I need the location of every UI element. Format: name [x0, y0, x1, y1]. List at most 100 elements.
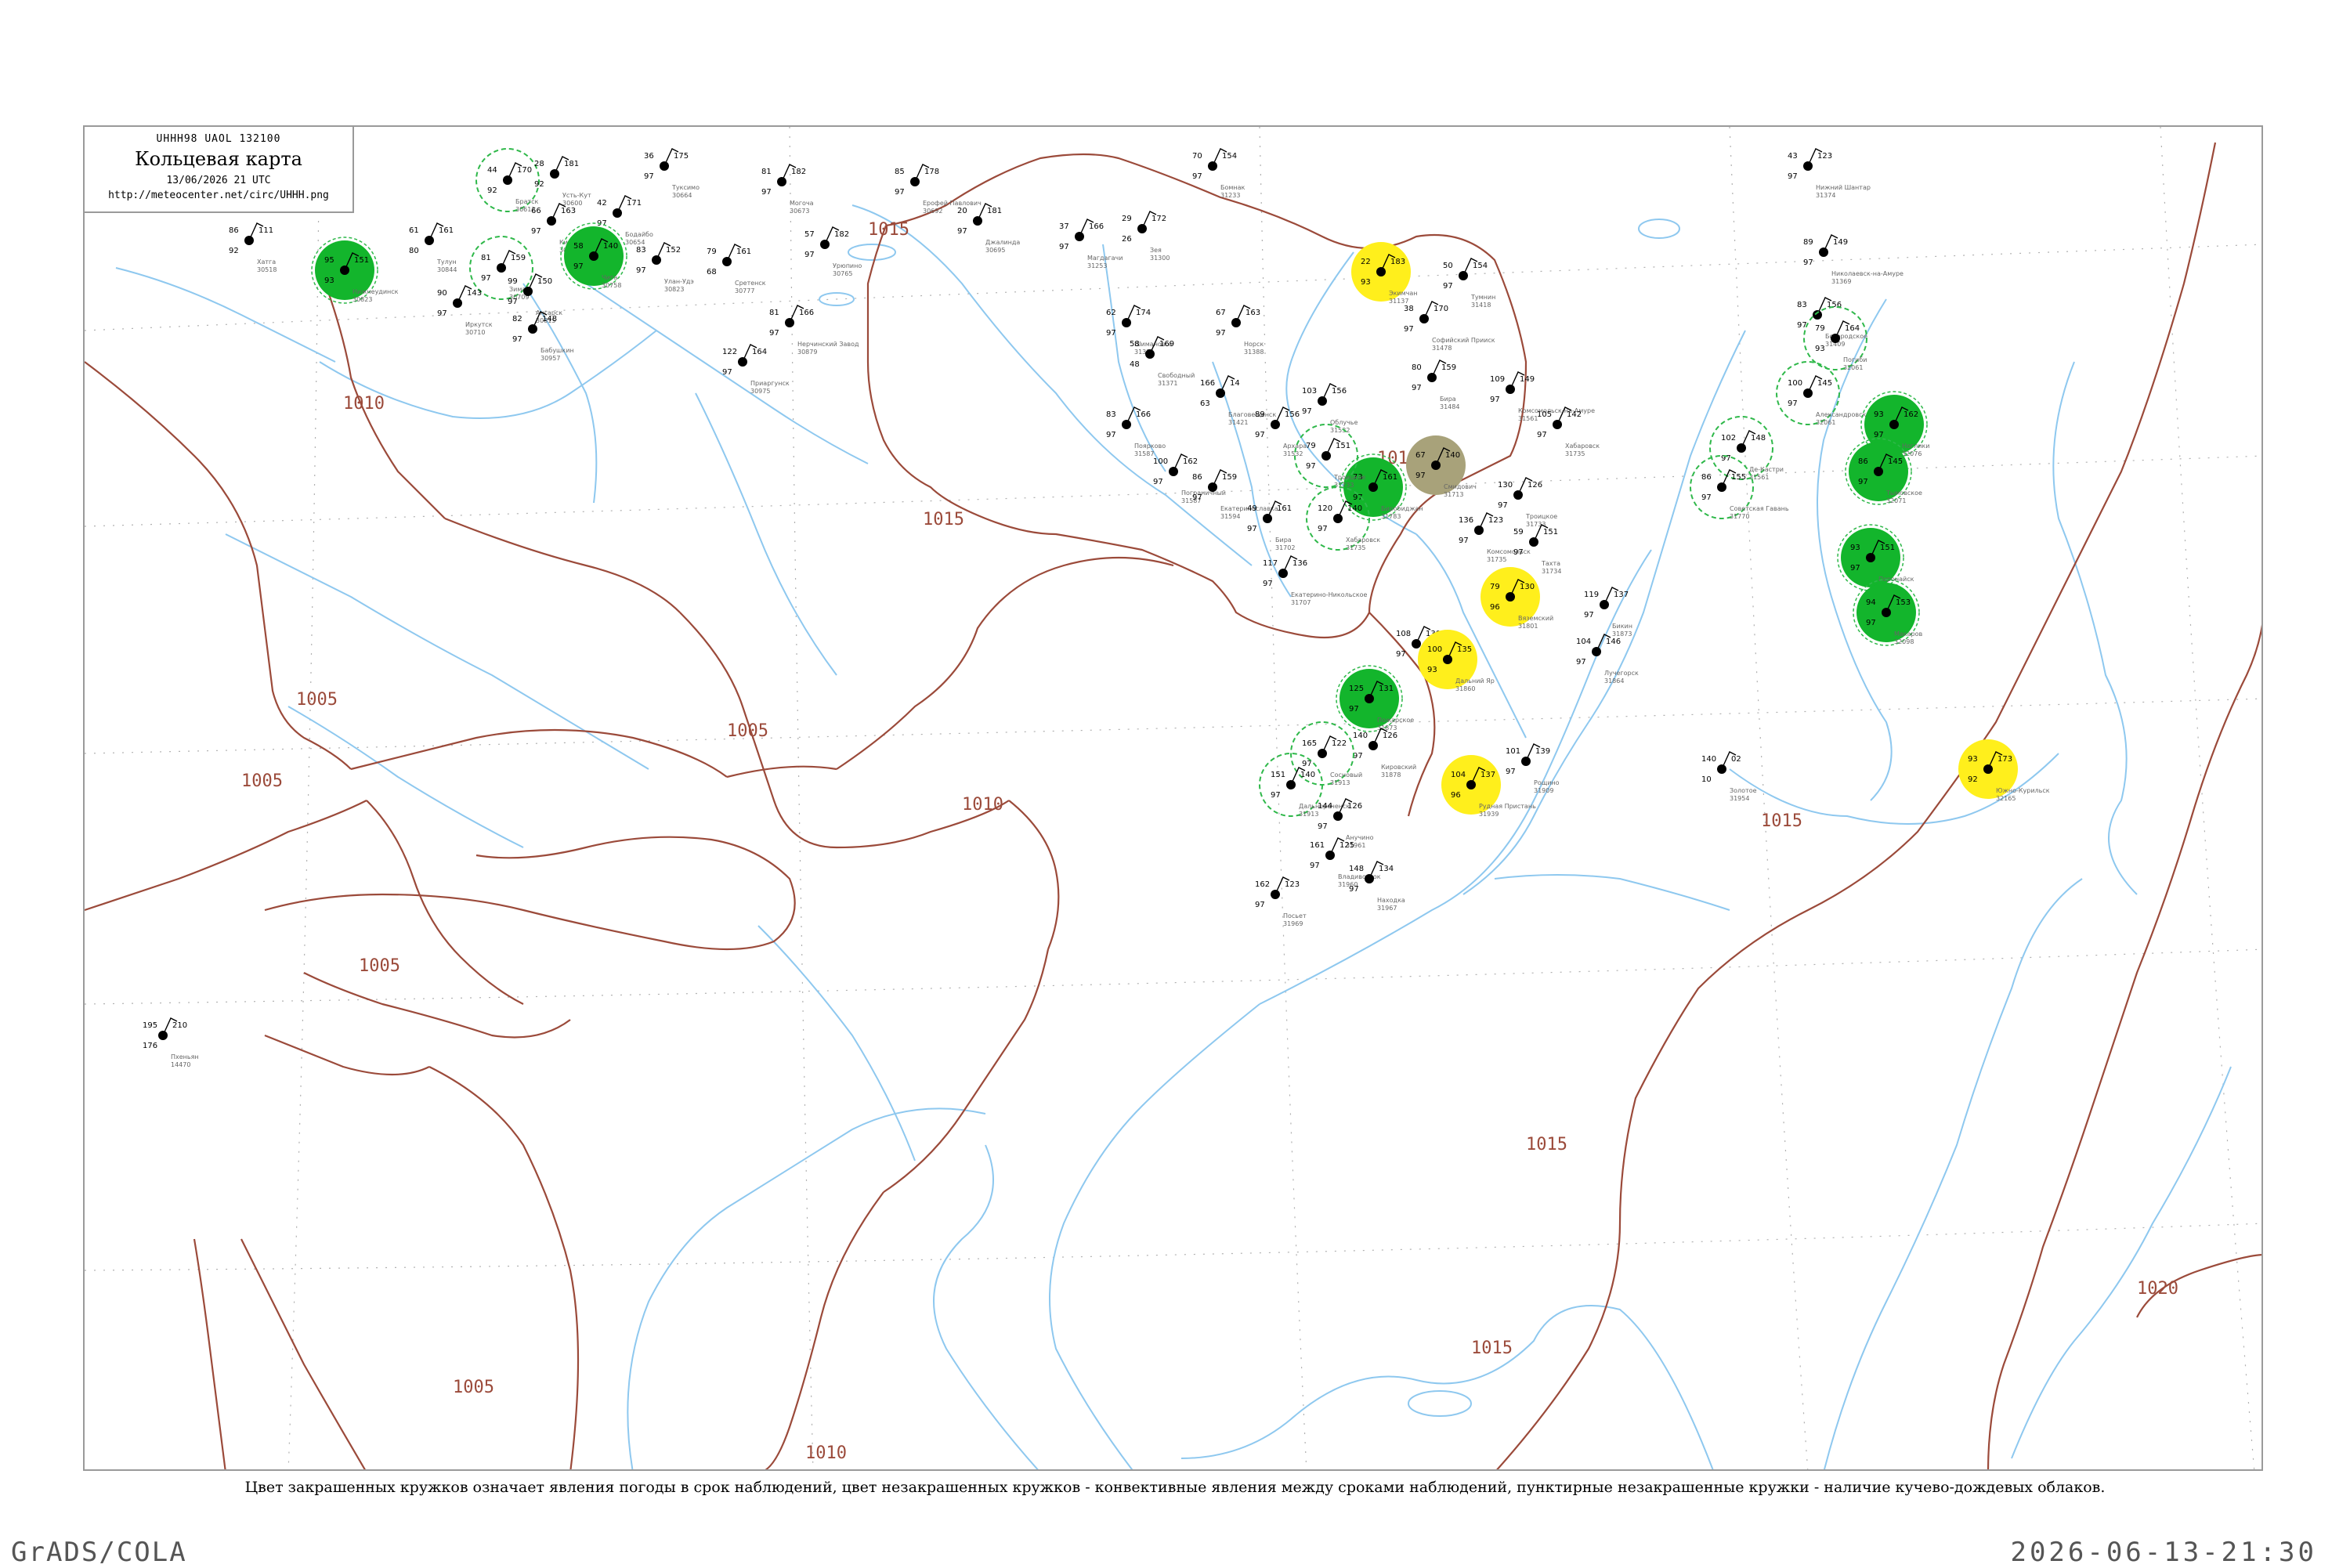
station-dewpoint: 97 [1788, 172, 1798, 181]
station-temperature: 83 [1106, 410, 1116, 419]
station-id: 31702 [1275, 544, 1295, 551]
station-name: Вяземский [1518, 615, 1553, 622]
station-plot: 81 182 97 Могоча30673 [761, 164, 814, 215]
station-plot: 95 151 93 Нижнеудинск30823 [311, 237, 399, 304]
station-id: 31374 [1816, 192, 1835, 199]
station-name: Николаевск-на-Амуре [1831, 270, 1904, 277]
station-temperature: 136 [1459, 516, 1473, 525]
station-dewpoint: 97 [1866, 619, 1876, 627]
station-name: Лучегорск [1604, 670, 1639, 677]
station-id: 31532 [1330, 427, 1350, 434]
isobar-label: 1005 [727, 721, 768, 741]
station-temperature: 22 [1361, 258, 1371, 266]
station-pressure: 182 [834, 230, 849, 239]
isobar-label: 1015 [868, 220, 909, 240]
graticule [85, 127, 2261, 1469]
station-pressure: 139 [1535, 747, 1550, 756]
station-name: Ерофей Павлович [923, 200, 982, 207]
station-temperature: 36 [644, 152, 654, 161]
isobar-label: 1015 [1471, 1339, 1513, 1358]
station-dewpoint: 97 [1106, 431, 1116, 439]
station-dewpoint: 92 [1968, 775, 1978, 784]
station-plot: 148 134 97 Находка31967 [1349, 861, 1405, 912]
station-id: 30823 [664, 286, 684, 293]
station-id: 14470 [171, 1061, 190, 1068]
title-box: UHHH98 UAOL 132100 Кольцевая карта 13/06… [83, 125, 354, 213]
station-dewpoint: 97 [573, 262, 584, 271]
station-pressure: 150 [537, 277, 552, 286]
station-pressure: 159 [1222, 473, 1237, 482]
station-name: Кировский [1381, 764, 1416, 771]
station-plot: 20 181 97 Джалинда30695 [957, 203, 1020, 254]
station-id: 30695 [985, 247, 1005, 254]
station-plot: 67 140 97 Смидович31713 [1406, 435, 1477, 498]
station-id: 31478 [1432, 345, 1452, 352]
station-plot: 101 139 97 Рощино31909 [1506, 743, 1560, 794]
isobar-label: 1020 [2137, 1279, 2178, 1299]
station-temperature: 101 [1506, 747, 1520, 756]
station-id: 31300 [1150, 255, 1170, 262]
station-pressure: 175 [674, 152, 689, 161]
station-plot: 86 111 92 Хатга30518 [229, 222, 277, 273]
station-temperature: 29 [1122, 215, 1132, 223]
station-pressure: 163 [561, 207, 576, 215]
station-dewpoint: 97 [804, 251, 815, 259]
station-name: Урюпино [833, 262, 862, 269]
station-temperature: 162 [1255, 880, 1270, 889]
station-name: Ноглики [1902, 443, 1929, 450]
station-name: Улан-Удэ [664, 278, 694, 285]
station-pressure: 161 [1383, 473, 1397, 482]
station-name: Посьет [1283, 912, 1307, 919]
station-temperature: 102 [1721, 434, 1736, 443]
station-temperature: 62 [1106, 309, 1116, 317]
station-plot: 105 142 97 Хабаровск31735 [1537, 406, 1600, 457]
station-pressure: 140 [1347, 504, 1362, 513]
station-dewpoint: 96 [1490, 603, 1500, 612]
station-plot: 195 210 176 Пхеньян14470 [143, 1017, 199, 1068]
station-name: Рудная Пристань [1479, 803, 1536, 810]
station-dewpoint: 97 [1506, 768, 1516, 776]
station-name: Золотое [1730, 787, 1757, 794]
station-temperature: 117 [1263, 559, 1278, 568]
station-id: 30673 [790, 208, 809, 215]
station-id: 31801 [1518, 623, 1538, 630]
isobar-label: 1010 [343, 394, 385, 414]
station-pressure: 151 [1543, 528, 1558, 537]
station-name: Благовещенск [1228, 411, 1276, 418]
station-plot: 67 163 97 Норск31388 [1216, 305, 1264, 356]
station-pressure: 151 [1336, 442, 1350, 450]
station-name: Троицкое [1525, 513, 1557, 520]
station-plot: 36 175 97 Туксимо30664 [644, 148, 700, 199]
station-dewpoint: 93 [324, 276, 334, 285]
station-plot: 79 161 68 Сретенск30777 [707, 244, 766, 294]
station-pressure: 149 [1833, 238, 1848, 247]
station-id: 31939 [1479, 811, 1499, 818]
station-id: 31734 [1542, 568, 1561, 575]
station-pressure: 154 [1222, 152, 1237, 161]
station-pressure: 162 [1904, 410, 1918, 419]
station-id: 31735 [1487, 556, 1506, 563]
station-name: Тулун [436, 258, 457, 266]
station-id: 31735 [1346, 544, 1365, 551]
station-temperature: 100 [1153, 457, 1168, 466]
station-dewpoint: 48 [1130, 360, 1140, 369]
station-pressure: 14 [1230, 379, 1240, 388]
station-dewpoint: 97 [1412, 384, 1422, 392]
station-id: 31909 [1534, 787, 1553, 794]
station-id: 31967 [1377, 905, 1397, 912]
weather-map: 1015 1010 1005 1005 1005 1005 1010 1015 … [83, 125, 2263, 1471]
station-pressure: 156 [1332, 387, 1347, 396]
station-temperature: 58 [573, 242, 584, 251]
station-id: 30692 [923, 208, 942, 215]
station-name: Пограничный [1181, 490, 1226, 497]
station-plot: 82 148 97 Бабушкин30957 [512, 311, 574, 362]
station-pressure: 140 [1300, 771, 1315, 779]
station-plot: 59 151 97 Тахта31734 [1513, 524, 1561, 575]
station-pressure: 145 [1888, 457, 1903, 466]
station-pressure: 159 [1441, 363, 1456, 372]
station-pressure: 159 [511, 254, 526, 262]
station-id: 31137 [1389, 298, 1408, 305]
station-dewpoint: 97 [1443, 282, 1453, 291]
isobar-label: 1010 [805, 1443, 847, 1463]
station-dewpoint: 68 [707, 268, 717, 276]
